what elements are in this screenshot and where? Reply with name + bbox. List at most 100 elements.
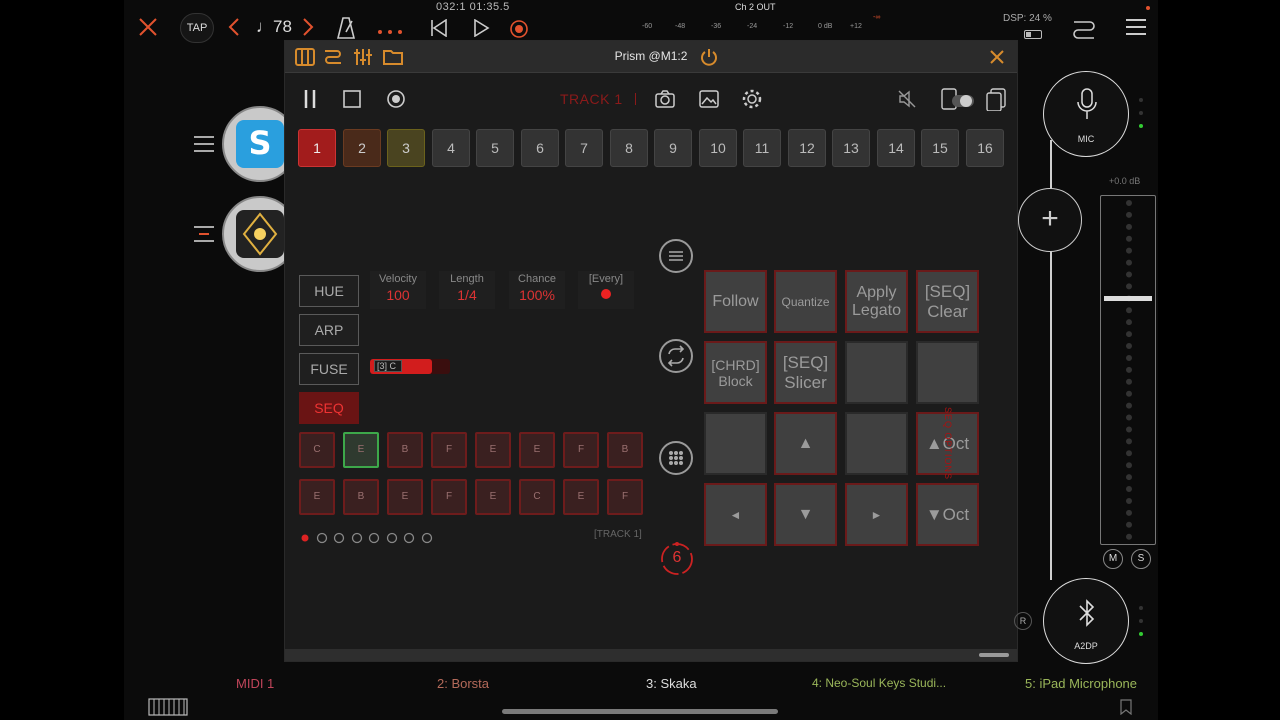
note-slot[interactable]: E bbox=[475, 432, 511, 468]
fader-handle[interactable] bbox=[1104, 296, 1152, 301]
track-button-10[interactable]: 10 bbox=[699, 129, 737, 167]
routing-icon[interactable] bbox=[1072, 16, 1096, 44]
track-button-15[interactable]: 15 bbox=[921, 129, 959, 167]
track-button-13[interactable]: 13 bbox=[832, 129, 870, 167]
bookmark-icon[interactable] bbox=[1120, 699, 1132, 720]
note-slot[interactable]: E bbox=[563, 479, 599, 515]
more-options-icon[interactable] bbox=[377, 19, 403, 41]
pause-icon[interactable] bbox=[303, 89, 317, 114]
track-button-16[interactable]: 16 bbox=[966, 129, 1004, 167]
close-plugin-icon[interactable] bbox=[987, 47, 1007, 67]
track-button-5[interactable]: 5 bbox=[476, 129, 514, 167]
solo-button[interactable]: S bbox=[1131, 549, 1151, 569]
note-slot[interactable]: F bbox=[431, 479, 467, 515]
grid-round-icon[interactable] bbox=[659, 441, 693, 475]
tempo-down-icon[interactable] bbox=[228, 17, 240, 41]
mixer-icon[interactable] bbox=[353, 47, 373, 67]
track-button-12[interactable]: 12 bbox=[788, 129, 826, 167]
track-button-1[interactable]: 1 bbox=[298, 129, 336, 167]
mic-input-button[interactable]: MIC bbox=[1043, 71, 1129, 157]
keyboard-icon[interactable] bbox=[295, 47, 315, 67]
settings-gear-icon[interactable] bbox=[741, 88, 763, 115]
play-icon[interactable] bbox=[472, 18, 490, 41]
note-slot[interactable]: E bbox=[343, 432, 379, 468]
chrd-block-pad[interactable]: [CHRD] Block bbox=[704, 341, 767, 404]
every-param[interactable]: [Every] bbox=[578, 271, 634, 309]
channel-ipad-microphone[interactable]: 5: iPad Microphone bbox=[1025, 676, 1137, 691]
hamburger-menu-icon[interactable] bbox=[1126, 18, 1146, 40]
hue-button[interactable]: HUE bbox=[299, 275, 359, 307]
note-slot[interactable]: B bbox=[387, 432, 423, 468]
camera-icon[interactable] bbox=[655, 90, 675, 113]
track-button-6[interactable]: 6 bbox=[521, 129, 559, 167]
fuse-slider[interactable]: [3] C bbox=[370, 359, 450, 374]
arp-button[interactable]: ARP bbox=[299, 314, 359, 346]
channel-menu-icon[interactable] bbox=[194, 136, 214, 157]
add-plugin-button[interactable]: + bbox=[1018, 188, 1082, 252]
copy-icon[interactable] bbox=[985, 87, 1007, 116]
chance-param[interactable]: Chance 100% bbox=[509, 271, 565, 309]
mute-button[interactable]: M bbox=[1103, 549, 1123, 569]
octave-down-pad[interactable]: ▼Oct bbox=[916, 483, 979, 546]
note-slot[interactable]: E bbox=[475, 479, 511, 515]
bluetooth-output-button[interactable]: A2DP bbox=[1043, 578, 1129, 664]
note-slot[interactable]: B bbox=[607, 432, 643, 468]
note-slot[interactable]: C bbox=[519, 479, 555, 515]
track-button-11[interactable]: 11 bbox=[743, 129, 781, 167]
midi-toggle-icon[interactable] bbox=[940, 87, 976, 116]
seq-clear-pad[interactable]: [SEQ] Clear bbox=[916, 270, 979, 333]
note-slot[interactable]: E bbox=[519, 432, 555, 468]
note-slot[interactable]: F bbox=[431, 432, 467, 468]
down-arrow-pad[interactable]: ▼ bbox=[774, 483, 837, 546]
tempo-up-icon[interactable] bbox=[302, 17, 314, 41]
track-button-9[interactable]: 9 bbox=[654, 129, 692, 167]
empty-pad[interactable] bbox=[845, 341, 908, 404]
tempo-value[interactable]: ♩78 bbox=[256, 17, 292, 37]
note-slot[interactable]: C bbox=[299, 432, 335, 468]
empty-pad[interactable] bbox=[916, 341, 979, 404]
length-param[interactable]: Length 1/4 bbox=[439, 271, 495, 309]
record-small-button[interactable]: R bbox=[1014, 612, 1032, 630]
page-dots[interactable] bbox=[299, 531, 439, 549]
resize-grip[interactable] bbox=[979, 653, 1009, 657]
right-arrow-pad[interactable]: ► bbox=[845, 483, 908, 546]
folder-icon[interactable] bbox=[383, 47, 403, 67]
track-button-3[interactable]: 3 bbox=[387, 129, 425, 167]
empty-pad[interactable] bbox=[704, 412, 767, 475]
track-button-2[interactable]: 2 bbox=[343, 129, 381, 167]
left-arrow-pad[interactable]: ◄ bbox=[704, 483, 767, 546]
quantize-pad[interactable]: Quantize bbox=[774, 270, 837, 333]
note-slot[interactable]: B bbox=[343, 479, 379, 515]
up-arrow-pad[interactable]: ▲ bbox=[774, 412, 837, 475]
note-slot[interactable]: E bbox=[387, 479, 423, 515]
image-icon[interactable] bbox=[699, 90, 719, 113]
counter-dial[interactable]: 6 bbox=[659, 541, 695, 577]
empty-pad[interactable] bbox=[845, 412, 908, 475]
close-icon[interactable] bbox=[138, 17, 158, 41]
tap-tempo-button[interactable]: TAP bbox=[180, 13, 214, 43]
track-button-14[interactable]: 14 bbox=[877, 129, 915, 167]
piano-keyboard-icon[interactable] bbox=[148, 698, 188, 720]
channel-midi-1[interactable]: MIDI 1 bbox=[236, 676, 274, 691]
note-slot[interactable]: F bbox=[607, 479, 643, 515]
loop-round-icon[interactable] bbox=[659, 339, 693, 373]
note-slot[interactable]: F bbox=[563, 432, 599, 468]
note-slot[interactable]: E bbox=[299, 479, 335, 515]
channel-neo-soul-keys[interactable]: 4: Neo-Soul Keys Studi... bbox=[812, 676, 946, 690]
track-button-8[interactable]: 8 bbox=[610, 129, 648, 167]
routing-plugin-icon[interactable] bbox=[323, 47, 343, 67]
apply-legato-pad[interactable]: Apply Legato bbox=[845, 270, 908, 333]
channel-skaka[interactable]: 3: Skaka bbox=[646, 676, 697, 691]
seq-button[interactable]: SEQ bbox=[299, 392, 359, 424]
fuse-button[interactable]: FUSE bbox=[299, 353, 359, 385]
follow-pad[interactable]: Follow bbox=[704, 270, 767, 333]
track-button-4[interactable]: 4 bbox=[432, 129, 470, 167]
velocity-param[interactable]: Velocity 100 bbox=[370, 271, 426, 309]
channel-settings-icon[interactable] bbox=[194, 226, 214, 247]
power-icon[interactable] bbox=[699, 47, 719, 67]
rewind-icon[interactable] bbox=[430, 18, 448, 41]
mute-speaker-icon[interactable] bbox=[897, 89, 917, 114]
record-arm-icon[interactable] bbox=[386, 89, 406, 114]
menu-round-icon[interactable] bbox=[659, 239, 693, 273]
track-button-7[interactable]: 7 bbox=[565, 129, 603, 167]
